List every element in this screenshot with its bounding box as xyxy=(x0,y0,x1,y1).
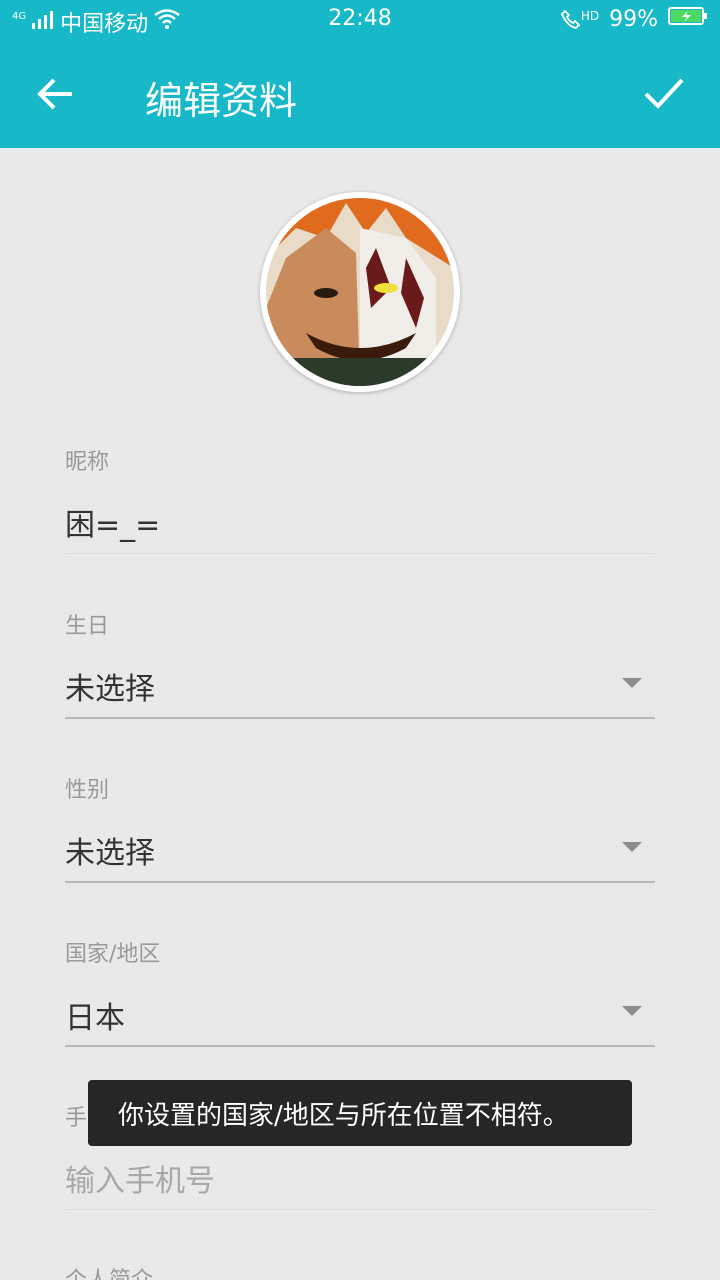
birthday-dropdown-icon[interactable] xyxy=(622,678,642,688)
nickname-input[interactable]: 困=_= xyxy=(65,500,160,544)
gender-label: 性别 xyxy=(65,778,110,803)
hd-call-icon: HD xyxy=(560,9,600,29)
confirm-button[interactable] xyxy=(638,68,690,120)
battery-charging-icon xyxy=(668,6,708,32)
check-icon xyxy=(644,78,684,109)
gender-select[interactable]: 未选择 xyxy=(65,828,155,872)
birthday-label: 生日 xyxy=(65,614,110,639)
battery-percent: 99% xyxy=(609,6,658,32)
app-bar: 编辑资料 xyxy=(0,38,720,148)
birthday-divider xyxy=(65,717,655,719)
page-title: 编辑资料 xyxy=(145,79,298,123)
gender-dropdown-icon[interactable] xyxy=(622,842,642,852)
back-button[interactable] xyxy=(30,68,82,120)
gender-divider xyxy=(65,881,655,883)
country-label: 国家/地区 xyxy=(65,942,161,967)
avatar-image xyxy=(266,198,454,386)
hd-badge: HD xyxy=(580,9,600,23)
avatar-button[interactable] xyxy=(260,192,460,392)
country-divider xyxy=(65,1045,655,1047)
phone-input[interactable]: 输入手机号 xyxy=(65,1156,215,1200)
avatar xyxy=(266,198,454,386)
toast-message: 你设置的国家/地区与所在位置不相符。 xyxy=(88,1080,632,1146)
status-bar: 4G 中国移动 22:48 HD 99% xyxy=(0,0,720,38)
phone-divider xyxy=(65,1209,655,1210)
arrow-left-icon xyxy=(37,78,72,110)
status-right: HD 99% xyxy=(560,6,708,32)
country-dropdown-icon[interactable] xyxy=(622,1006,642,1016)
nickname-divider xyxy=(65,553,655,554)
nickname-label: 昵称 xyxy=(65,450,110,475)
birthday-select[interactable]: 未选择 xyxy=(65,664,155,708)
bio-label: 个人简介 xyxy=(65,1262,153,1280)
country-select[interactable]: 日本 xyxy=(65,993,125,1037)
